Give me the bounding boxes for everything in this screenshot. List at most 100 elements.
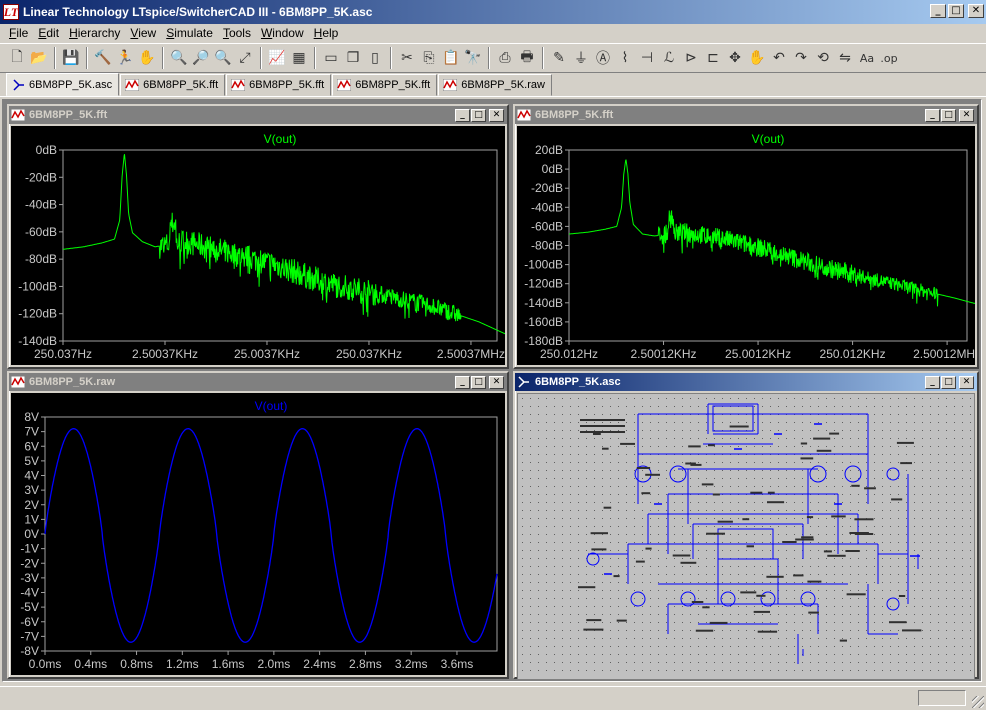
close-button[interactable]: ✕ (968, 4, 984, 18)
tab-plot[interactable]: 6BM8PP_5K.raw (438, 74, 552, 96)
tab-label: 6BM8PP_5K.asc (29, 78, 113, 91)
minimize-button[interactable]: _ (925, 109, 940, 122)
tab-schematic[interactable]: 6BM8PP_5K.asc (6, 73, 120, 96)
grid-dot (618, 502, 619, 503)
fft-window-2[interactable]: 6BM8PP_5K.fft _ □ ✕ V(out) 20dB 0dB -20dB -4… (513, 104, 979, 369)
tab-plot[interactable]: 6BM8PP_5K.fft (332, 74, 438, 96)
schematic-canvas[interactable] (517, 393, 975, 680)
grid-dot (626, 566, 627, 567)
tab-plot[interactable]: 6BM8PP_5K.fft (120, 74, 226, 96)
print-icon[interactable]: 🖶 (516, 47, 538, 69)
spice-directive-icon[interactable]: .op (878, 47, 900, 69)
menu-tools[interactable]: Tools (218, 26, 256, 40)
transient-plot[interactable]: V(out) 8V 7V 6V 5V 4V 3V 2V 1V 0V -1V -2V -3V -4V -5V -… (11, 393, 505, 675)
diode-icon[interactable]: ⊳ (680, 47, 702, 69)
text-icon[interactable]: Aa (856, 47, 878, 69)
minimize-button[interactable]: _ (930, 4, 946, 18)
grid-dot (778, 662, 779, 663)
resistor-icon[interactable]: ⌇ (614, 47, 636, 69)
mirror-icon[interactable]: ⇋ (834, 47, 856, 69)
zoom-pan-icon[interactable]: 🔎 (190, 47, 212, 69)
grid-dot (562, 454, 563, 455)
grid-dot (626, 462, 627, 463)
cut-icon[interactable]: ✂ (396, 47, 418, 69)
menu-simulate[interactable]: Simulate (161, 26, 218, 40)
lt-logo-icon[interactable]: LT (3, 4, 19, 20)
save-icon[interactable]: 💾 (60, 47, 82, 69)
label-net-icon[interactable]: Ⓐ (592, 47, 614, 69)
transient-chart[interactable]: V(out)8V7V6V5V4V3V2V1V0V-1V-2V-3V-4V-5V-… (11, 393, 505, 675)
close-button[interactable]: ✕ (489, 109, 504, 122)
fft-chart-1[interactable]: V(out)0dB-20dB-40dB-60dB-80dB-100dB-120d… (11, 126, 505, 365)
minimize-button[interactable]: _ (455, 376, 470, 389)
tile-vertical-icon[interactable]: ▯ (364, 47, 386, 69)
waveform-icon (517, 109, 531, 121)
tab-plot[interactable]: 6BM8PP_5K.fft (226, 74, 332, 96)
menu-edit[interactable]: Edit (33, 26, 64, 40)
minimize-button[interactable]: _ (455, 109, 470, 122)
copy-icon[interactable]: ⎘ (418, 47, 440, 69)
fft-plot-2[interactable]: V(out) 20dB 0dB -20dB -40dB -60dB -80dB -100dB -… (517, 126, 975, 365)
fft-chart-2[interactable]: V(out)20dB0dB-20dB-40dB-60dB-80dB-100dB-… (517, 126, 975, 365)
redo-icon[interactable]: ↷ (790, 47, 812, 69)
grid-dot (922, 558, 923, 559)
fft-plot-1[interactable]: V(out) 0dB -20dB -40dB -60dB -80dB -100dB -120d… (11, 126, 505, 365)
maximize-button[interactable]: □ (941, 109, 956, 122)
grid-dot (970, 446, 971, 447)
close-button[interactable]: ✕ (959, 376, 974, 389)
menu-file[interactable]: File (4, 26, 33, 40)
menu-help[interactable]: Help (309, 26, 344, 40)
drag-icon[interactable]: ✋ (746, 47, 768, 69)
zoom-out-icon[interactable]: 🔍 (212, 47, 234, 69)
schematic-window[interactable]: 6BM8PP_5K.asc _ □ ✕ (513, 371, 979, 680)
paste-icon[interactable]: 📋 (440, 47, 462, 69)
open-icon[interactable]: 📂 (28, 47, 50, 69)
schematic-drawing[interactable] (518, 394, 974, 676)
control-panel-icon[interactable]: 🔨 (92, 47, 114, 69)
grid-dot (762, 470, 763, 471)
grid-dot (922, 614, 923, 615)
minimize-button[interactable]: _ (925, 376, 940, 389)
ground-icon[interactable]: ⏚ (570, 47, 592, 69)
grid-dot (826, 590, 827, 591)
print-setup-icon[interactable]: ⎙ (494, 47, 516, 69)
draw-wire-icon[interactable]: ✎ (548, 47, 570, 69)
tile-horizontal-icon[interactable]: ▭ (320, 47, 342, 69)
close-button[interactable]: ✕ (489, 376, 504, 389)
grid-dot (882, 518, 883, 519)
menu-view[interactable]: View (125, 26, 161, 40)
maximize-button[interactable]: □ (471, 376, 486, 389)
rotate-icon[interactable]: ⟲ (812, 47, 834, 69)
move-icon[interactable]: ✥ (724, 47, 746, 69)
fft-window-1[interactable]: 6BM8PP_5K.fft _ □ ✕ V(out) 0dB -20dB -40dB -… (7, 104, 509, 369)
autorange-icon[interactable]: 📈 (266, 47, 288, 69)
zoom-in-icon[interactable]: 🔍 (168, 47, 190, 69)
cascade-icon[interactable]: ❐ (342, 47, 364, 69)
grid-dot (946, 526, 947, 527)
grid-icon[interactable]: ▦ (288, 47, 310, 69)
grid-dot (530, 582, 531, 583)
component-icon[interactable]: ⊏ (702, 47, 724, 69)
zoom-fit-icon[interactable]: ⤢ (234, 47, 256, 69)
grid-dot (778, 654, 779, 655)
run-icon[interactable]: 🏃 (114, 47, 136, 69)
inductor-icon[interactable]: ℒ (658, 47, 680, 69)
grid-dot (730, 566, 731, 567)
close-button[interactable]: ✕ (959, 109, 974, 122)
grid-dot (650, 398, 651, 399)
maximize-button[interactable]: □ (471, 109, 486, 122)
capacitor-icon[interactable]: ⊣ (636, 47, 658, 69)
menu-hierarchy[interactable]: Hierarchy (64, 26, 125, 40)
halt-icon[interactable]: ✋ (136, 47, 158, 69)
grid-dot (730, 550, 731, 551)
find-icon[interactable]: 🔭 (462, 47, 484, 69)
new-schematic-icon[interactable]: 🗋 (6, 47, 28, 69)
grid-dot (914, 438, 915, 439)
grid-dot (786, 654, 787, 655)
maximize-button[interactable]: □ (941, 376, 956, 389)
undo-icon[interactable]: ↶ (768, 47, 790, 69)
maximize-button[interactable]: □ (948, 4, 964, 18)
menu-window[interactable]: Window (256, 26, 309, 40)
resize-grip[interactable] (972, 696, 984, 708)
transient-window[interactable]: 6BM8PP_5K.raw _ □ ✕ V(out) 8V 7V 6V 5V 4V 3V 2V… (7, 371, 509, 679)
